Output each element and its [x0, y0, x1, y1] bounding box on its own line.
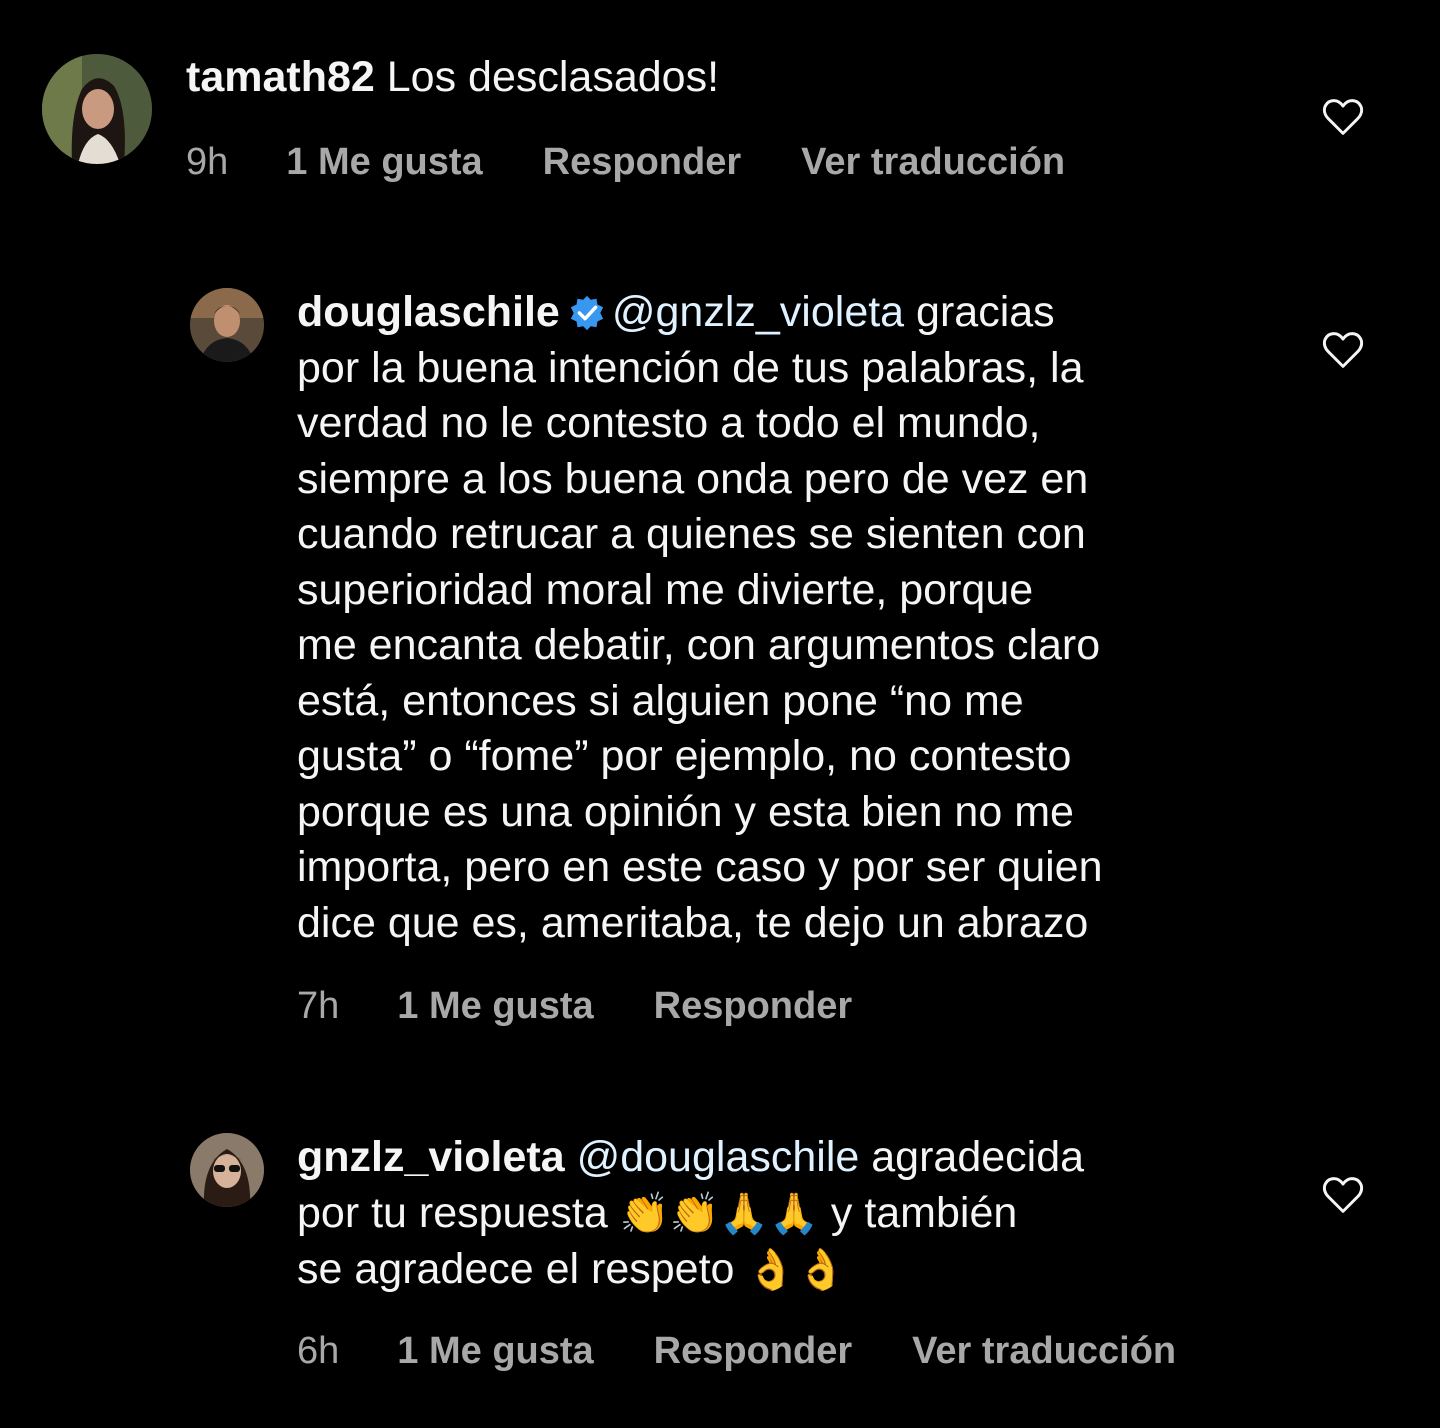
comment-text: y también — [830, 1188, 1018, 1237]
comment-text-line: gusta” o “fome” por ejemplo, no contesto — [297, 732, 1072, 780]
comment-body: douglaschile @gnzlz_violeta gracias por l… — [297, 285, 1297, 951]
comment-text: por tu respuesta — [297, 1188, 608, 1237]
heart-outline-icon — [1322, 99, 1364, 135]
username[interactable]: gnzlz_violeta — [297, 1133, 565, 1181]
comment-meta: 7h 1 Me gusta Responder — [297, 982, 852, 1030]
comment-text: agradecida — [871, 1133, 1085, 1181]
comment-text-line: importa, pero en este caso y por ser qui… — [297, 843, 1103, 891]
comment-text: se agradece el respeto — [297, 1245, 735, 1293]
ok-hand-emoji: 👌👌 — [746, 1247, 847, 1293]
comment-meta: 9h 1 Me gusta Responder Ver traducción — [186, 138, 1065, 186]
comment-text-line: me encanta debatir, con argumentos claro — [297, 621, 1101, 669]
avatar[interactable] — [42, 54, 152, 164]
comment-text-line: verdad no le contesto a todo el mundo, — [297, 399, 1041, 447]
timestamp[interactable]: 7h — [297, 985, 339, 1028]
mention-link[interactable]: @gnzlz_violeta — [612, 288, 904, 336]
avatar-man-icon — [190, 288, 264, 362]
comment-body: tamath82 Los desclasados! — [186, 50, 1286, 106]
likes-count-link[interactable]: 1 Me gusta — [397, 1330, 593, 1373]
avatar-woman-sunglasses-icon — [190, 1133, 264, 1207]
comment-text: gracias — [916, 288, 1055, 336]
username[interactable]: tamath82 — [186, 53, 375, 101]
comment-meta: 6h 1 Me gusta Responder Ver traducción — [297, 1327, 1176, 1375]
like-button[interactable] — [1321, 97, 1365, 137]
avatar-woman-dark-hair-icon — [42, 54, 152, 164]
timestamp[interactable]: 6h — [297, 1330, 339, 1373]
comment-text-line: superioridad moral me divierte, porque — [297, 565, 1034, 614]
avatar[interactable] — [190, 1133, 264, 1207]
comment-text: Los desclasados! — [386, 53, 720, 101]
like-button[interactable] — [1321, 1175, 1365, 1215]
comment-text-line: por la buena intención de tus palabras, … — [297, 343, 1084, 392]
heart-outline-icon — [1322, 1177, 1364, 1213]
mention-link[interactable]: @douglaschile — [577, 1133, 860, 1181]
likes-count-link[interactable]: 1 Me gusta — [286, 141, 482, 184]
like-button[interactable] — [1321, 330, 1365, 370]
verified-badge-icon — [570, 295, 603, 331]
clap-pray-emoji: 👏👏🙏🙏 — [619, 1190, 819, 1237]
reply-button[interactable]: Responder — [543, 141, 741, 184]
username[interactable]: douglaschile — [297, 288, 560, 336]
comment-body: gnzlz_violeta @douglaschile agradecida p… — [297, 1130, 1297, 1299]
see-translation-button[interactable]: Ver traducción — [912, 1330, 1176, 1373]
reply-button[interactable]: Responder — [654, 1330, 852, 1373]
avatar[interactable] — [190, 288, 264, 362]
timestamp[interactable]: 9h — [186, 141, 228, 184]
heart-outline-icon — [1322, 332, 1364, 368]
comment-text-line: está, entonces si alguien pone “no me — [297, 676, 1024, 725]
comment-text-line: cuando retrucar a quienes se sienten con — [297, 510, 1086, 558]
see-translation-button[interactable]: Ver traducción — [801, 141, 1065, 184]
comment-text-line: dice que es, ameritaba, te dejo un abraz… — [297, 898, 1089, 947]
reply-button[interactable]: Responder — [654, 985, 852, 1028]
comment-text-line: porque es una opinión y esta bien no me — [297, 787, 1074, 836]
comment-text-line: siempre a los buena onda pero de vez en — [297, 454, 1089, 503]
likes-count-link[interactable]: 1 Me gusta — [397, 985, 593, 1028]
